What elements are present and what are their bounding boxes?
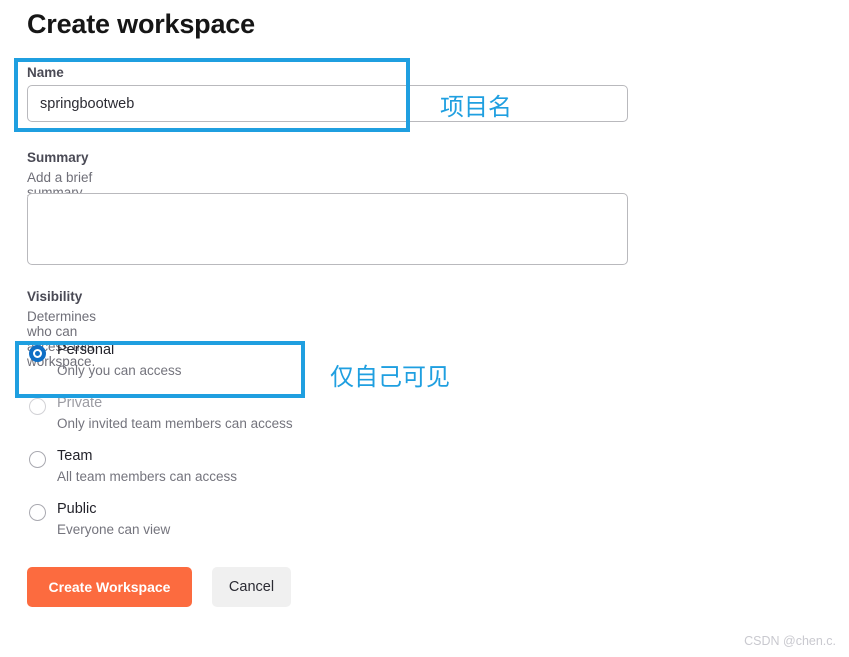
create-workspace-button[interactable]: Create Workspace xyxy=(27,567,192,607)
radio-desc-public: Everyone can view xyxy=(57,522,171,537)
radio-title-public: Public xyxy=(57,501,97,517)
radio-icon-private[interactable] xyxy=(29,398,46,415)
summary-label: Summary xyxy=(27,150,89,165)
radio-desc-private: Only invited team members can access xyxy=(57,416,293,431)
radio-icon-personal[interactable] xyxy=(29,345,46,362)
page-title: Create workspace xyxy=(27,9,255,39)
radio-title-personal: Personal xyxy=(57,342,115,358)
radio-option-public[interactable]: Public Everyone can view xyxy=(27,498,447,551)
radio-icon-public[interactable] xyxy=(29,504,46,521)
radio-title-team: Team xyxy=(57,448,93,464)
name-input[interactable] xyxy=(27,85,628,122)
radio-desc-team: All team members can access xyxy=(57,469,238,484)
watermark: CSDN @chen.c. xyxy=(744,634,836,648)
name-label: Name xyxy=(27,65,64,80)
radio-icon-team[interactable] xyxy=(29,451,46,468)
cancel-button[interactable]: Cancel xyxy=(212,567,291,607)
create-workspace-form: Create workspace Name Summary Add a brie… xyxy=(0,0,849,657)
radio-option-private[interactable]: Private Only invited team members can ac… xyxy=(27,392,447,445)
radio-option-personal[interactable]: Personal Only you can access xyxy=(27,339,447,392)
radio-option-team[interactable]: Team All team members can access xyxy=(27,445,447,498)
radio-desc-personal: Only you can access xyxy=(57,363,182,378)
visibility-radio-list: Personal Only you can access Private Onl… xyxy=(27,339,447,551)
visibility-label: Visibility xyxy=(27,289,83,304)
summary-textarea[interactable] xyxy=(27,193,628,265)
radio-title-private: Private xyxy=(57,395,103,411)
